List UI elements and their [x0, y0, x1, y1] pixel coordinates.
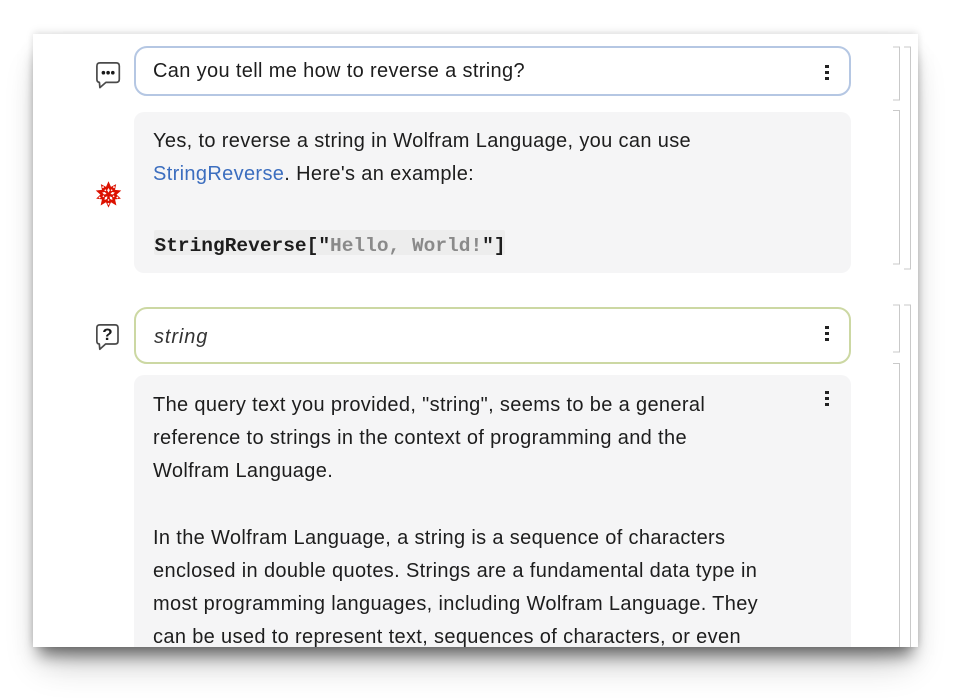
svg-text:?: ?	[102, 325, 112, 344]
